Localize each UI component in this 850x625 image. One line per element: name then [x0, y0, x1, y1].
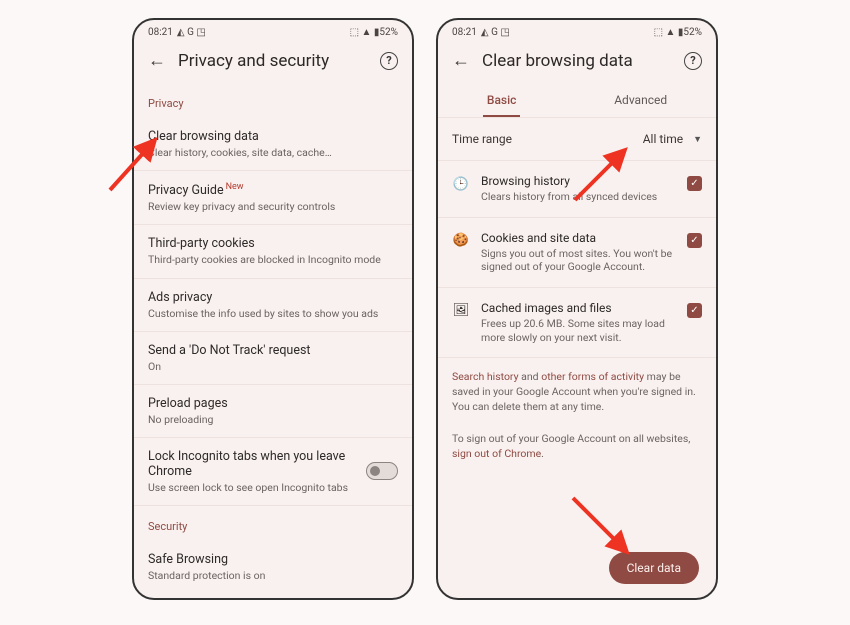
- tabs: Basic Advanced: [438, 83, 716, 118]
- row-sub: Review key privacy and security controls: [148, 200, 398, 213]
- row-safe-browsing[interactable]: Safe Browsing Standard protection is on: [134, 541, 412, 584]
- row-title: Safe Browsing: [148, 552, 398, 567]
- checkbox-cookies[interactable]: ✓: [687, 233, 702, 248]
- row-sub: No preloading: [148, 413, 398, 426]
- link-search-history[interactable]: Search history: [452, 370, 519, 383]
- section-security: Security: [134, 506, 412, 541]
- row-privacy-guide[interactable]: Privacy GuideNew Review key privacy and …: [134, 171, 412, 225]
- checkbox-cache[interactable]: ✓: [687, 303, 702, 318]
- row-sub: Customise the info used by sites to show…: [148, 307, 398, 320]
- status-left-icons: ◭ G ◳: [481, 27, 510, 38]
- item-cookies[interactable]: 🍪 Cookies and site data Signs you out of…: [438, 218, 716, 288]
- row-lock-incognito[interactable]: Lock Incognito tabs when you leave Chrom…: [134, 438, 412, 506]
- info-signout: To sign out of your Google Account on al…: [438, 420, 716, 467]
- help-icon[interactable]: ?: [684, 52, 702, 70]
- header: ← Privacy and security ?: [134, 42, 412, 83]
- tab-basic[interactable]: Basic: [483, 87, 521, 117]
- row-title: Lock Incognito tabs when you leave Chrom…: [148, 449, 354, 479]
- row-sub: On: [148, 360, 398, 373]
- item-sub: Frees up 20.6 MB. Some sites may load mo…: [481, 317, 676, 344]
- clear-data-button[interactable]: Clear data: [609, 552, 699, 584]
- help-icon[interactable]: ?: [380, 52, 398, 70]
- status-right-icons: ⬚ ▲ ▮52%: [350, 27, 398, 38]
- row-sub: Third-party cookies are blocked in Incog…: [148, 253, 398, 266]
- back-icon[interactable]: ←: [144, 50, 166, 71]
- row-title: Clear browsing data: [148, 129, 398, 144]
- toggle-lock-incognito[interactable]: [366, 462, 398, 480]
- cookie-icon: 🍪: [452, 232, 470, 250]
- status-bar: 08:21 ◭ G ◳ ⬚ ▲ ▮52%: [134, 20, 412, 42]
- page-title: Privacy and security: [178, 51, 368, 71]
- checkbox-browsing-history[interactable]: ✓: [687, 176, 702, 191]
- status-right-icons: ⬚ ▲ ▮52%: [654, 27, 702, 38]
- item-sub: Signs you out of most sites. You won't b…: [481, 247, 676, 274]
- row-sub: Clear history, cookies, site data, cache…: [148, 146, 398, 159]
- row-preload[interactable]: Preload pages No preloading: [134, 385, 412, 438]
- row-title: Privacy GuideNew: [148, 182, 398, 198]
- phone-privacy-security: 08:21 ◭ G ◳ ⬚ ▲ ▮52% ← Privacy and secur…: [132, 18, 414, 600]
- row-clear-browsing-data[interactable]: Clear browsing data Clear history, cooki…: [134, 118, 412, 171]
- item-sub: Clears history from all synced devices: [481, 190, 676, 204]
- item-browsing-history[interactable]: 🕒 Browsing history Clears history from a…: [438, 161, 716, 218]
- status-bar: 08:21 ◭ G ◳ ⬚ ▲ ▮52%: [438, 20, 716, 42]
- status-left-icons: ◭ G ◳: [177, 27, 206, 38]
- row-title: Third-party cookies: [148, 236, 398, 251]
- clock-icon: 🕒: [452, 175, 470, 193]
- info-search-history: Search history and other forms of activi…: [438, 358, 716, 420]
- link-other-activity[interactable]: other forms of activity: [541, 370, 644, 383]
- image-icon: 🖼: [452, 302, 470, 320]
- back-icon[interactable]: ←: [448, 50, 470, 71]
- row-dnt[interactable]: Send a 'Do Not Track' request On: [134, 332, 412, 385]
- link-sign-out-chrome[interactable]: sign out of Chrome: [452, 447, 541, 460]
- page-title: Clear browsing data: [482, 51, 672, 71]
- item-title: Browsing history: [481, 174, 676, 188]
- row-third-party-cookies[interactable]: Third-party cookies Third-party cookies …: [134, 225, 412, 278]
- item-cache[interactable]: 🖼 Cached images and files Frees up 20.6 …: [438, 288, 716, 358]
- new-badge: New: [226, 182, 244, 192]
- row-ads-privacy[interactable]: Ads privacy Customise the info used by s…: [134, 279, 412, 332]
- time-range-value: All time: [643, 132, 683, 146]
- row-sub: Standard protection is on: [148, 569, 398, 582]
- time-range-select[interactable]: All time ▼: [643, 132, 702, 146]
- section-privacy: Privacy: [134, 83, 412, 118]
- status-time: 08:21: [452, 27, 477, 38]
- header: ← Clear browsing data ?: [438, 42, 716, 83]
- chevron-down-icon: ▼: [693, 134, 702, 145]
- time-range-label: Time range: [452, 132, 512, 146]
- row-title: Ads privacy: [148, 290, 398, 305]
- row-title: Send a 'Do Not Track' request: [148, 343, 398, 358]
- status-time: 08:21: [148, 27, 173, 38]
- item-title: Cookies and site data: [481, 231, 676, 245]
- tab-advanced[interactable]: Advanced: [610, 87, 671, 117]
- phone-clear-data: 08:21 ◭ G ◳ ⬚ ▲ ▮52% ← Clear browsing da…: [436, 18, 718, 600]
- time-range-row[interactable]: Time range All time ▼: [438, 118, 716, 161]
- row-sub: Use screen lock to see open Incognito ta…: [148, 481, 354, 494]
- row-title: Preload pages: [148, 396, 398, 411]
- item-title: Cached images and files: [481, 301, 676, 315]
